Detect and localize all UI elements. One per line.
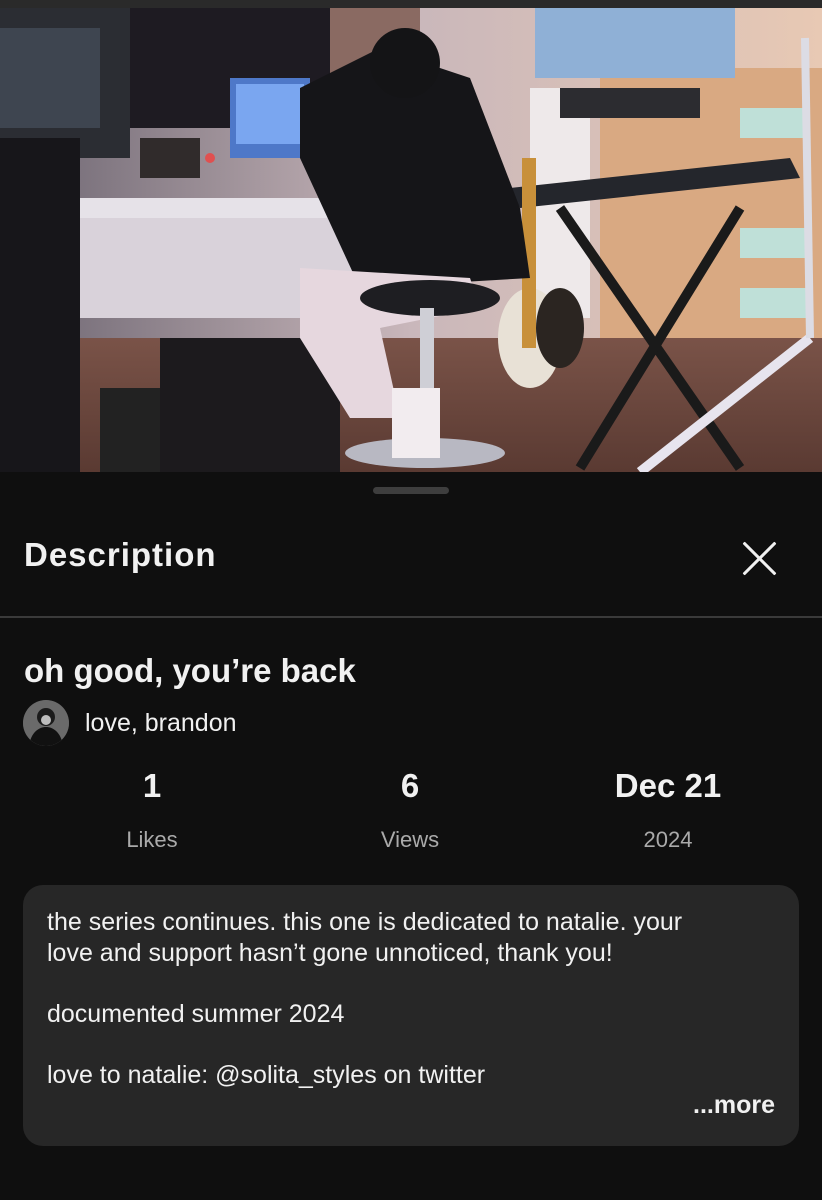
stat-date: Dec 21 2024 (558, 767, 778, 853)
video-top-bar (0, 0, 822, 8)
video-player[interactable] (0, 0, 822, 472)
video-title: oh good, you’re back (24, 652, 356, 689)
views-count: 6 (400, 767, 420, 804)
likes-count: 1 (142, 767, 162, 804)
description-sheet: Description oh good, you’re back love, b… (0, 472, 822, 1200)
more-button[interactable]: ...more (693, 1091, 775, 1120)
video-frame-image (0, 8, 822, 472)
channel-name: love, brandon (85, 708, 237, 737)
likes-label: Likes (126, 827, 178, 852)
description-box[interactable]: the series continues. this one is dedica… (23, 885, 799, 1146)
avatar[interactable] (23, 700, 69, 746)
close-icon[interactable] (736, 534, 784, 582)
drag-handle[interactable] (373, 487, 449, 494)
sheet-title: Description (24, 536, 217, 573)
description-line: love and support hasn’t gone unnoticed, … (47, 939, 613, 967)
description-line: love to natalie: @solita_styles on twitt… (47, 1061, 486, 1089)
description-line: documented summer 2024 (47, 1000, 345, 1028)
sheet-header: Description (0, 512, 822, 618)
channel-row[interactable]: love, brandon (23, 700, 237, 746)
publish-year: 2024 (643, 827, 693, 852)
publish-date: Dec 21 (614, 767, 722, 804)
stat-views: 6 Views (300, 767, 520, 853)
views-label: Views (380, 827, 440, 852)
description-line: the series continues. this one is dedica… (47, 908, 683, 936)
stat-likes: 1 Likes (42, 767, 262, 853)
